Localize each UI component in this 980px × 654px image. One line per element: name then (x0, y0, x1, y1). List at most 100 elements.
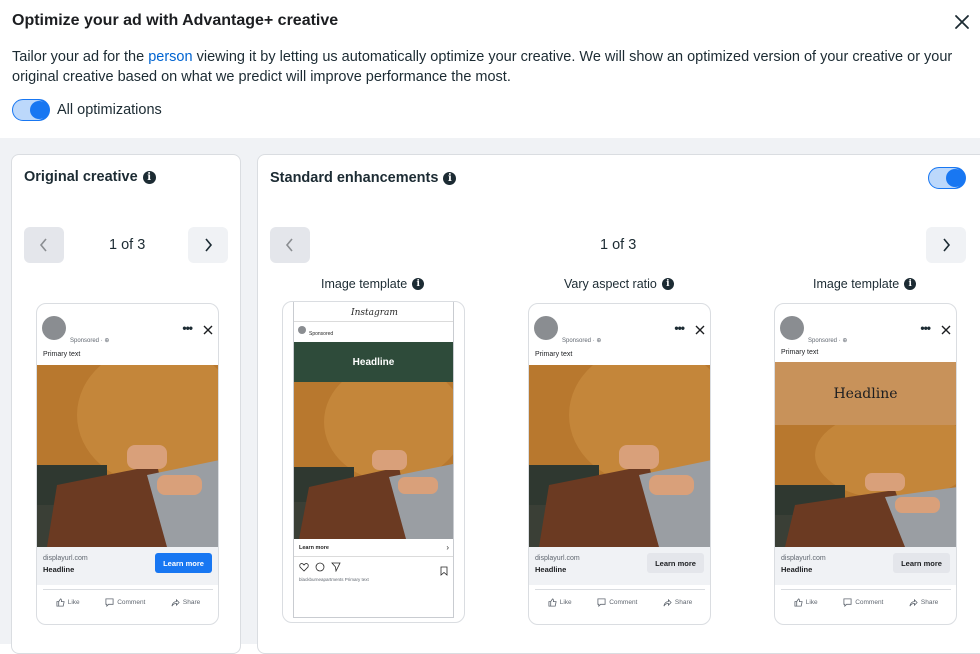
avatar (780, 316, 804, 340)
share-button[interactable]: Share (909, 598, 938, 607)
close-icon[interactable] (695, 322, 705, 335)
avatar (42, 316, 66, 340)
close-icon[interactable] (203, 322, 213, 335)
close-icon[interactable] (952, 12, 972, 32)
comment-icon (105, 598, 114, 607)
tan-template-preview[interactable]: Sponsored · ⊕ ••• Primary text Headline … (774, 303, 957, 625)
like-icon (794, 598, 803, 607)
comment-label: Comment (855, 599, 884, 606)
comment-icon (843, 598, 852, 607)
dialog-title: Optimize your ad with Advantage+ creativ… (12, 12, 339, 29)
original-prev-button[interactable] (24, 227, 64, 263)
learn-more-button[interactable]: Learn more (155, 553, 212, 573)
learn-more-button[interactable]: Learn more (893, 553, 950, 573)
standard-enhancements-title-text: Standard enhancements (270, 170, 439, 186)
primary-text: Primary text (43, 351, 81, 358)
learn-more-link[interactable]: Learn more (299, 545, 329, 551)
sponsored-label: Sponsored · ⊕ (70, 338, 110, 344)
info-icon[interactable]: i (142, 170, 156, 184)
like-button[interactable]: Like (56, 598, 80, 607)
info-icon[interactable]: i (904, 278, 917, 290)
standard-enhancements-title: Standard enhancements i (270, 170, 457, 186)
comment-label: Comment (117, 599, 146, 606)
reaction-bar: Like Comment Share (535, 589, 705, 615)
standard-enhancements-toggle[interactable] (928, 167, 966, 189)
ad-footer: displayurl.com Headline Learn more (37, 547, 218, 585)
like-label: Like (805, 599, 818, 606)
primary-text: Primary text (535, 351, 573, 358)
ad-image (529, 365, 710, 547)
person-link[interactable]: person (148, 49, 192, 65)
like-button[interactable]: Like (794, 598, 818, 607)
headline-text: Headline (781, 565, 813, 574)
standard-next-button[interactable] (926, 227, 966, 263)
more-icon[interactable]: ••• (674, 321, 685, 335)
description-text: Tailor your ad for the (12, 49, 149, 65)
learn-more-button[interactable]: Learn more (647, 553, 704, 573)
standard-pager: 1 of 3 (600, 237, 637, 253)
chevron-left-icon (285, 238, 293, 252)
like-icon (548, 598, 557, 607)
comment-button[interactable]: Comment (105, 598, 145, 607)
send-icon (331, 562, 341, 572)
more-icon[interactable]: ••• (182, 321, 193, 335)
like-label: Like (67, 599, 80, 606)
share-icon (663, 598, 672, 607)
info-icon[interactable]: i (412, 278, 425, 290)
like-icon (56, 598, 65, 607)
close-icon[interactable] (941, 322, 951, 335)
headline-text: Headline (43, 565, 75, 574)
share-icon (909, 598, 918, 607)
dialog-header: Optimize your ad with Advantage+ creativ… (0, 0, 980, 138)
instagram-actions (299, 562, 341, 572)
share-icon (171, 598, 180, 607)
ad-footer: displayurl.com Headline Learn more (529, 547, 710, 585)
ad-footer: displayurl.com Headline Learn more (775, 547, 956, 585)
instagram-logo: Instagram (351, 308, 398, 318)
like-button[interactable]: Like (548, 598, 572, 607)
share-button[interactable]: Share (663, 598, 692, 607)
variant-label-3: Image template i (813, 277, 917, 291)
bookmark-icon[interactable] (440, 563, 448, 581)
comment-icon (597, 598, 606, 607)
reaction-bar: Like Comment Share (781, 589, 951, 615)
original-creative-title-text: Original creative (24, 169, 138, 185)
aspect-ratio-preview[interactable]: Sponsored · ⊕ ••• Primary text displayur… (528, 303, 711, 625)
comment-button[interactable]: Comment (843, 598, 883, 607)
comment-button[interactable]: Comment (597, 598, 637, 607)
template-headline: Headline (294, 342, 453, 382)
dialog-description: Tailor your ad for the person viewing it… (12, 47, 972, 87)
original-creative-panel: Original creative i 1 of 3 Sponsored · ⊕… (11, 154, 241, 654)
domain-text: displayurl.com (43, 555, 88, 562)
share-label: Share (182, 599, 201, 606)
comment-icon (315, 562, 325, 572)
domain-text: displayurl.com (535, 555, 580, 562)
divider (294, 556, 453, 557)
standard-prev-button[interactable] (270, 227, 310, 263)
share-button[interactable]: Share (171, 598, 200, 607)
info-icon[interactable]: i (443, 171, 457, 185)
original-creative-title: Original creative i (24, 169, 156, 185)
variant-label-text: Image template (321, 277, 408, 291)
like-label: Like (559, 599, 572, 606)
avatar (298, 326, 306, 334)
primary-text: Primary text (781, 349, 819, 356)
original-ad-preview[interactable]: Sponsored · ⊕ ••• Primary text displayur… (36, 303, 219, 625)
all-optimizations-label: All optimizations (57, 102, 162, 118)
all-optimizations-toggle[interactable] (12, 99, 50, 121)
original-pager: 1 of 3 (109, 237, 146, 253)
original-next-button[interactable] (188, 227, 228, 263)
more-icon[interactable]: ••• (920, 321, 931, 335)
comment-label: Comment (609, 599, 638, 606)
info-icon[interactable]: i (661, 278, 674, 290)
variant-label-text: Vary aspect ratio (564, 277, 657, 291)
domain-text: displayurl.com (781, 555, 826, 562)
ad-image (37, 365, 218, 547)
chevron-right-icon (943, 238, 951, 252)
template-headline: Headline (775, 362, 956, 425)
variant-label-2: Vary aspect ratio i (564, 277, 674, 291)
instagram-template-preview[interactable]: Instagram Sponsored Headline Learn more … (282, 301, 465, 623)
variant-label-text: Image template (813, 277, 900, 291)
chevron-right-icon (205, 238, 213, 252)
ad-image (294, 382, 453, 539)
